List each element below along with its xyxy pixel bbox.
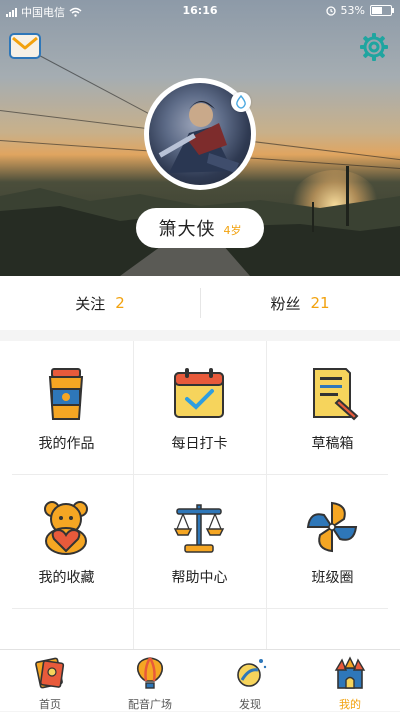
tab-label: 首页 <box>39 698 61 711</box>
tab-label: 发现 <box>239 698 261 711</box>
messages-button[interactable] <box>9 33 41 59</box>
fans-stat[interactable]: 粉丝 21 <box>200 276 400 330</box>
mail-icon <box>12 36 38 50</box>
stats-divider <box>200 288 201 318</box>
tab-label: 我的 <box>339 698 361 711</box>
alarm-lock-icon <box>325 5 336 16</box>
grid-item-label: 帮助中心 <box>171 570 228 586</box>
following-label: 关注 <box>75 294 106 313</box>
grid-item-my-works[interactable]: 我的作品 <box>0 341 133 475</box>
grid-item-label: 我的作品 <box>38 436 95 452</box>
avatar-frame[interactable] <box>144 78 256 190</box>
profile-age: 4岁 <box>223 224 242 237</box>
tab-discover[interactable]: 发现 <box>200 650 300 711</box>
cup-icon <box>48 368 84 420</box>
gender-badge <box>231 92 251 112</box>
grid-item-help-center[interactable]: 帮助中心 <box>133 475 266 609</box>
follow-stats: 关注 2 粉丝 21 <box>0 276 400 330</box>
grid-item-partial[interactable] <box>0 609 133 649</box>
balance-scale-icon <box>173 504 225 553</box>
grid-item-label: 每日打卡 <box>171 436 228 452</box>
water-drop-icon <box>236 95 246 109</box>
tab-dubbing-square[interactable]: 配音广场 <box>100 650 200 711</box>
tab-label: 配音广场 <box>128 698 172 711</box>
battery-icon <box>370 5 394 16</box>
grid-item-label: 我的收藏 <box>38 570 95 586</box>
clipboard-icon <box>36 631 96 649</box>
battery-percent: 53% <box>340 4 365 17</box>
teddy-bear-heart-icon <box>44 501 88 555</box>
profile-name: 箫大侠 <box>158 219 216 240</box>
draft-document-icon <box>313 368 359 421</box>
bottom-tab-bar: 首页 配音广场 发现 我的 <box>0 649 400 711</box>
fans-count: 21 <box>310 294 330 312</box>
castle-profile-icon <box>334 656 366 689</box>
tab-mine[interactable]: 我的 <box>300 650 400 711</box>
grid-item-favorites[interactable]: 我的收藏 <box>0 475 133 609</box>
following-stat[interactable]: 关注 2 <box>0 276 200 330</box>
fans-label: 粉丝 <box>270 294 301 313</box>
grid-item-drafts[interactable]: 草稿箱 <box>266 341 399 475</box>
grid-item-label: 班级圈 <box>311 570 354 586</box>
calendar-check-icon <box>174 368 224 418</box>
pinwheel-icon <box>306 501 358 553</box>
planet-discover-icon <box>237 659 267 687</box>
grid-item-label: 草稿箱 <box>311 436 354 452</box>
tab-home[interactable]: 首页 <box>0 650 100 711</box>
status-bar: 中国电信 16:16 53% <box>0 0 400 22</box>
grid-item-class-circle[interactable]: 班级圈 <box>266 475 399 609</box>
grid-item-daily-checkin[interactable]: 每日打卡 <box>133 341 266 475</box>
profile-header: 中国电信 16:16 53% 箫大侠 4岁 <box>0 0 400 276</box>
settings-gear-icon[interactable] <box>358 31 390 63</box>
ball-icon <box>169 631 229 649</box>
profile-name-badge: 箫大侠 4岁 <box>136 208 264 248</box>
grid-item-partial[interactable] <box>133 609 266 649</box>
hot-air-balloon-icon <box>136 657 164 689</box>
following-count: 2 <box>115 294 125 312</box>
feature-grid: 我的作品 每日打卡 草稿箱 我的收藏 帮助中心 班级圈 <box>0 341 400 649</box>
book-home-icon <box>35 657 65 689</box>
